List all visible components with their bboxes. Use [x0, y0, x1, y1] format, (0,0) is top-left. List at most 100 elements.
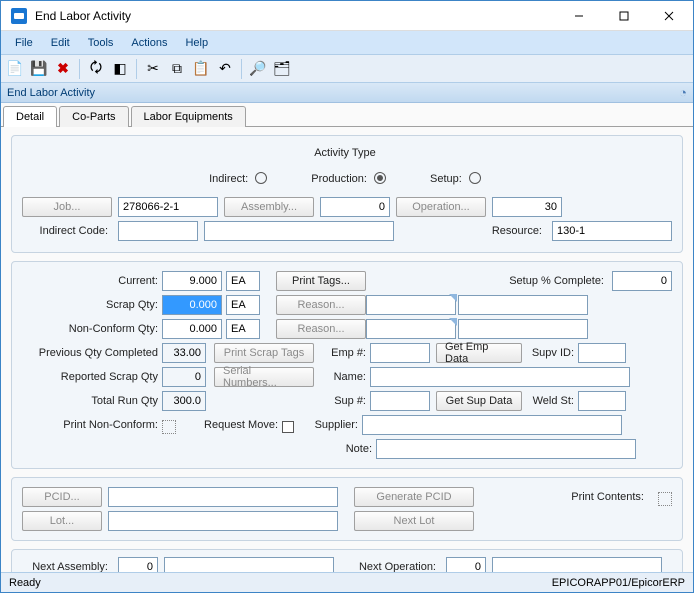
print-contents-check[interactable]: [658, 492, 672, 506]
refresh-icon[interactable]: 🗘: [86, 59, 106, 79]
nonconf-reason-desc-field[interactable]: [458, 319, 588, 339]
next-op-field[interactable]: [446, 557, 486, 572]
menu-tools[interactable]: Tools: [80, 35, 122, 51]
assembly-button[interactable]: Assembly...: [224, 197, 314, 217]
tab-coparts[interactable]: Co-Parts: [59, 106, 128, 127]
setup-complete-field[interactable]: [612, 271, 672, 291]
generate-pcid-button[interactable]: Generate PCID: [354, 487, 474, 507]
operation-field[interactable]: [492, 197, 562, 217]
indirect-label: Indirect:: [209, 173, 252, 185]
undo-icon[interactable]: ↶: [215, 59, 235, 79]
print-tags-button[interactable]: Print Tags...: [276, 271, 366, 291]
get-sup-button[interactable]: Get Sup Data: [436, 391, 522, 411]
scrap-reason-desc-field[interactable]: [458, 295, 588, 315]
menu-edit[interactable]: Edit: [43, 35, 78, 51]
status-right: EPICORAPP01/EpicorERP: [552, 577, 685, 589]
tab-laborequip[interactable]: Labor Equipments: [131, 106, 246, 127]
delete-icon[interactable]: ✖: [53, 59, 73, 79]
window: End Labor Activity File Edit Tools Actio…: [0, 0, 694, 593]
prev-qty-label: Previous Qty Completed: [22, 347, 162, 359]
supplier-field[interactable]: [362, 415, 622, 435]
setup-complete-label: Setup % Complete:: [509, 275, 608, 287]
lot-button[interactable]: Lot...: [22, 511, 102, 531]
get-emp-button[interactable]: Get Emp Data: [436, 343, 522, 363]
current-uom-field[interactable]: [226, 271, 260, 291]
menu-actions[interactable]: Actions: [123, 35, 175, 51]
note-field[interactable]: [376, 439, 636, 459]
pcid-group: PCID... Generate PCID Print Contents: Lo…: [11, 477, 683, 541]
panel-title: End Labor Activity ◔: [1, 83, 693, 103]
content: Activity Type Indirect: Production: Setu…: [1, 127, 693, 572]
supvid-field[interactable]: [578, 343, 626, 363]
toolbar: 📄 💾 ✖ 🗘 ◧ ✂ ⧉ 📋 ↶ 🔎 🗂: [1, 55, 693, 83]
operation-button[interactable]: Operation...: [396, 197, 486, 217]
save-icon[interactable]: 💾: [29, 59, 49, 79]
sup-label: Sup #:: [322, 395, 370, 407]
job-button[interactable]: Job...: [22, 197, 112, 217]
window-title: End Labor Activity: [35, 9, 556, 23]
next-op-desc-field[interactable]: [492, 557, 662, 572]
serial-button[interactable]: Serial Numbers...: [214, 367, 314, 387]
scrap-reason-field[interactable]: [366, 295, 456, 315]
close-button[interactable]: [646, 1, 691, 31]
printnon-check[interactable]: [162, 420, 176, 434]
find-icon[interactable]: 🔎: [248, 59, 268, 79]
next-lot-button[interactable]: Next Lot: [354, 511, 474, 531]
activity-group: Activity Type Indirect: Production: Setu…: [11, 135, 683, 253]
resource-field[interactable]: [552, 221, 672, 241]
prev-qty-field: [162, 343, 206, 363]
indirect-code-field[interactable]: [118, 221, 198, 241]
activity-type-heading: Activity Type: [314, 147, 380, 159]
weldst-field[interactable]: [578, 391, 626, 411]
current-field[interactable]: [162, 271, 222, 291]
job-field[interactable]: [118, 197, 218, 217]
current-label: Current:: [22, 275, 162, 287]
indirect-desc-field[interactable]: [204, 221, 394, 241]
repscrap-label: Reported Scrap Qty: [22, 371, 162, 383]
paste-icon[interactable]: 📋: [191, 59, 211, 79]
nonconf-uom-field[interactable]: [226, 319, 260, 339]
next-asm-desc-field[interactable]: [164, 557, 334, 572]
scrap-label: Scrap Qty:: [22, 299, 162, 311]
tabstrip: Detail Co-Parts Labor Equipments: [1, 103, 693, 127]
indirect-code-label: Indirect Code:: [22, 225, 112, 237]
production-radio[interactable]: [374, 172, 386, 184]
next-op-label: Next Operation:: [350, 561, 440, 572]
nonconf-reason-field[interactable]: [366, 319, 456, 339]
sup-field[interactable]: [370, 391, 430, 411]
pcid-field[interactable]: [108, 487, 338, 507]
clear-icon[interactable]: ◧: [110, 59, 130, 79]
supvid-label: Supv ID:: [526, 347, 578, 359]
menu-help[interactable]: Help: [177, 35, 216, 51]
panel-help-icon[interactable]: ◔: [679, 85, 687, 100]
print-scrap-button[interactable]: Print Scrap Tags: [214, 343, 314, 363]
titlebar: End Labor Activity: [1, 1, 693, 31]
nonconf-reason-button[interactable]: Reason...: [276, 319, 366, 339]
name-field[interactable]: [370, 367, 630, 387]
setup-label: Setup:: [430, 173, 466, 185]
cut-icon[interactable]: ✂: [143, 59, 163, 79]
emp-field[interactable]: [370, 343, 430, 363]
scrap-reason-button[interactable]: Reason...: [276, 295, 366, 315]
scrap-field[interactable]: [162, 295, 222, 315]
resource-label: Resource:: [466, 225, 546, 237]
panel-title-text: End Labor Activity: [7, 87, 95, 99]
indirect-radio[interactable]: [255, 172, 267, 184]
assembly-field[interactable]: [320, 197, 390, 217]
tab-detail[interactable]: Detail: [3, 106, 57, 127]
new-icon[interactable]: 📄: [5, 59, 25, 79]
maximize-button[interactable]: [601, 1, 646, 31]
lot-field[interactable]: [108, 511, 338, 531]
menubar: File Edit Tools Actions Help: [1, 31, 693, 55]
attach-icon[interactable]: 🗂: [272, 59, 292, 79]
minimize-button[interactable]: [556, 1, 601, 31]
scrap-uom-field[interactable]: [226, 295, 260, 315]
reqmove-check[interactable]: [282, 421, 294, 433]
nonconf-field[interactable]: [162, 319, 222, 339]
supplier-label: Supplier:: [308, 419, 362, 431]
next-asm-field[interactable]: [118, 557, 158, 572]
setup-radio[interactable]: [469, 172, 481, 184]
pcid-button[interactable]: PCID...: [22, 487, 102, 507]
menu-file[interactable]: File: [7, 35, 41, 51]
copy-icon[interactable]: ⧉: [167, 59, 187, 79]
